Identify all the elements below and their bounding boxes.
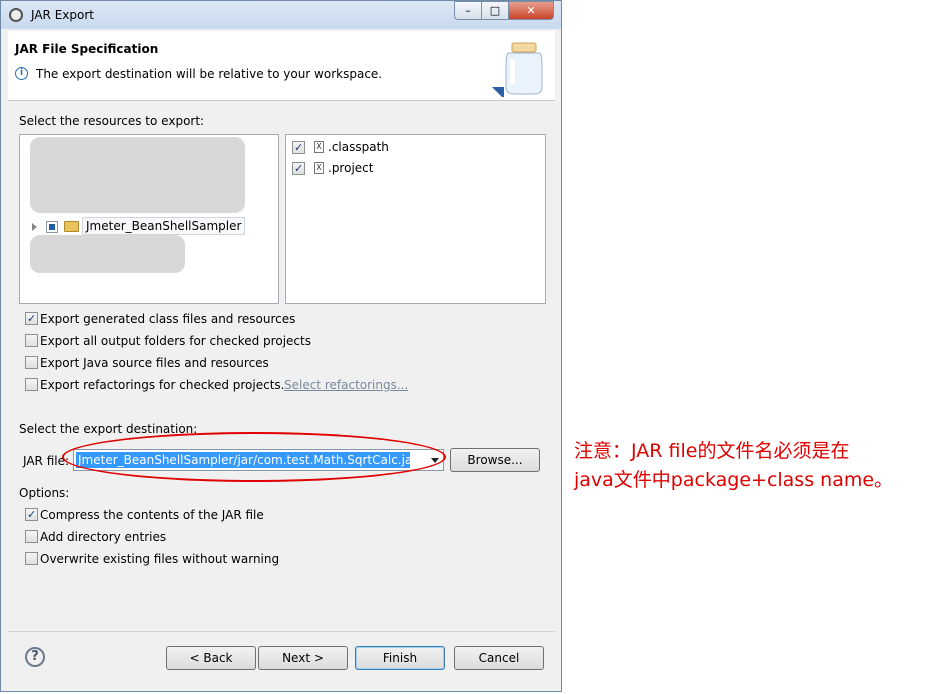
- jar-export-window: JAR Export – □ ✕ JAR File Specification …: [0, 0, 562, 692]
- finish-button[interactable]: Finish: [355, 646, 445, 670]
- window-title: JAR Export: [31, 8, 94, 22]
- redacted-area: [30, 137, 245, 213]
- jar-icon: [492, 42, 543, 97]
- option-label[interactable]: Export generated class files and resourc…: [40, 312, 295, 326]
- info-icon: i: [15, 67, 28, 80]
- help-icon[interactable]: ?: [25, 647, 45, 667]
- cancel-button[interactable]: Cancel: [454, 646, 544, 670]
- option-label[interactable]: Add directory entries: [40, 530, 166, 544]
- options-label: Options:: [19, 486, 70, 500]
- header-message: The export destination will be relative …: [36, 67, 383, 81]
- tree-item-project[interactable]: Jmeter_BeanShellSampler: [82, 217, 246, 235]
- folder-icon: [64, 221, 79, 232]
- resource-tree[interactable]: Jmeter_BeanShellSampler: [19, 134, 279, 304]
- file-label[interactable]: .project: [328, 161, 373, 175]
- export-output-folders-checkbox[interactable]: [25, 334, 38, 347]
- option-label[interactable]: Export Java source files and resources: [40, 356, 269, 370]
- file-list[interactable]: X .classpath X .project: [285, 134, 546, 304]
- file-checkbox-project[interactable]: [292, 162, 305, 175]
- wizard-header: JAR File Specification i The export dest…: [8, 31, 555, 101]
- export-source-files-checkbox[interactable]: [25, 356, 38, 369]
- option-label[interactable]: Overwrite existing files without warning: [40, 552, 279, 566]
- export-class-files-checkbox[interactable]: [25, 312, 38, 325]
- option-label[interactable]: Export refactorings for checked projects…: [40, 378, 284, 392]
- title-bar[interactable]: JAR Export – □ ✕: [1, 1, 561, 29]
- file-checkbox-classpath[interactable]: [292, 141, 305, 154]
- back-button[interactable]: < Back: [166, 646, 256, 670]
- next-button[interactable]: Next >: [258, 646, 348, 670]
- close-button[interactable]: ✕: [508, 1, 554, 20]
- xml-file-icon: X: [314, 162, 324, 174]
- resources-label: Select the resources to export:: [19, 114, 205, 128]
- add-directory-checkbox[interactable]: [25, 530, 38, 543]
- tree-item-checkbox[interactable]: [46, 221, 58, 233]
- xml-file-icon: X: [314, 141, 324, 153]
- annotation-note: 注意：JAR file的文件名必须是在 java文件中package+class…: [574, 437, 924, 495]
- footer-divider: [8, 631, 555, 632]
- expand-arrow-icon[interactable]: [32, 223, 37, 231]
- redacted-area: [30, 235, 185, 273]
- maximize-button[interactable]: □: [481, 1, 509, 20]
- annotation-line: 注意：JAR file的文件名必须是在: [574, 440, 850, 462]
- minimize-button[interactable]: –: [454, 1, 482, 20]
- option-label[interactable]: Compress the contents of the JAR file: [40, 508, 264, 522]
- highlight-ellipse: [62, 432, 446, 482]
- eclipse-app-icon: [9, 8, 23, 22]
- select-refactorings-link[interactable]: Select refactorings...: [284, 378, 408, 392]
- option-label[interactable]: Export all output folders for checked pr…: [40, 334, 311, 348]
- browse-button[interactable]: Browse...: [450, 448, 540, 472]
- export-refactorings-checkbox[interactable]: [25, 378, 38, 391]
- page-title: JAR File Specification: [15, 42, 159, 56]
- annotation-line: java文件中package+class name。: [574, 469, 894, 491]
- overwrite-checkbox[interactable]: [25, 552, 38, 565]
- compress-checkbox[interactable]: [25, 508, 38, 521]
- file-label[interactable]: .classpath: [328, 140, 389, 154]
